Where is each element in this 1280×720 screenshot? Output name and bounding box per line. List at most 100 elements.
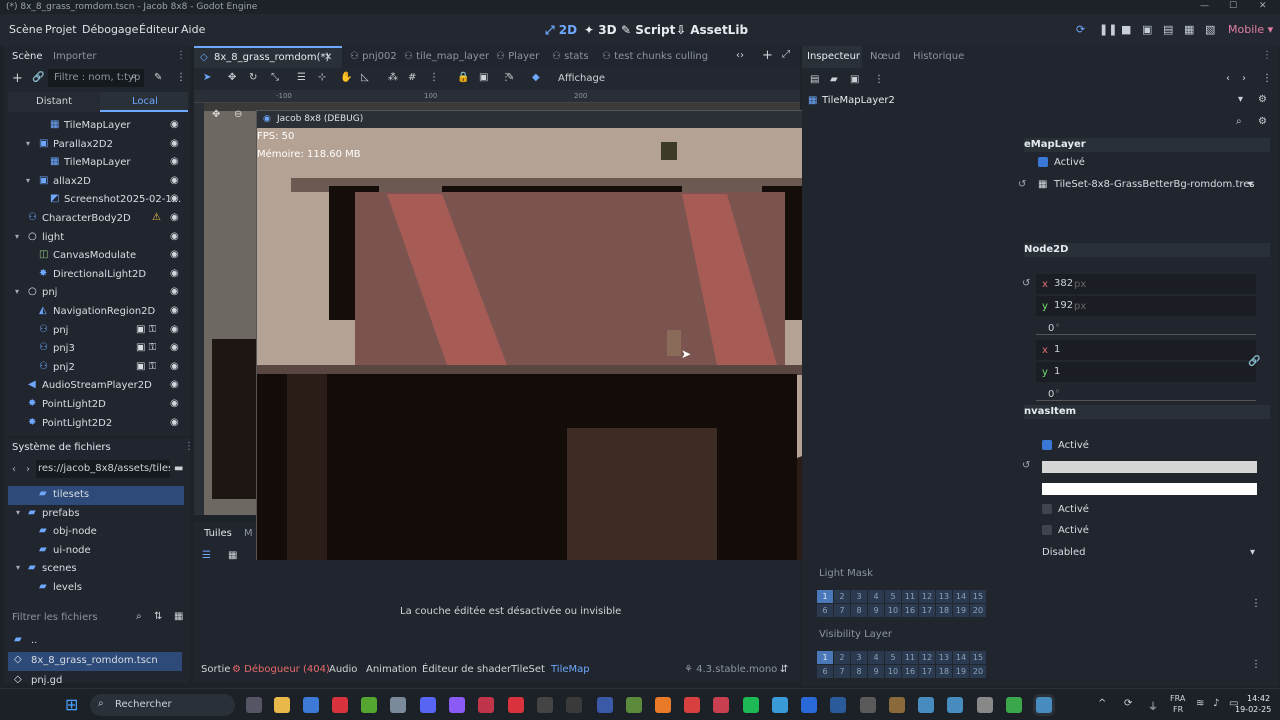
menu-editor[interactable]: Éditeur — [139, 23, 179, 36]
more-icon[interactable]: ⋮ — [176, 72, 186, 83]
visible-checkbox[interactable]: Activé — [1042, 440, 1089, 451]
scene-tree-item[interactable]: ▦ TileMapLayer ◉ — [4, 117, 189, 136]
open-resource-icon[interactable]: ▰ — [830, 74, 838, 85]
folder-item[interactable]: ▰ obj-node — [8, 523, 184, 542]
app-icon[interactable] — [860, 697, 876, 713]
tab-patterns[interactable]: M — [244, 528, 253, 539]
folder-item[interactable]: ▰ levels — [8, 579, 184, 598]
godot-active-icon[interactable] — [1036, 697, 1052, 713]
light-mask-layer-cell[interactable]: 9 — [868, 604, 884, 617]
chevron-down-icon[interactable]: ▾ — [16, 508, 20, 517]
scene-tree-item[interactable]: ▾ ▣ allax2D ◉ — [4, 173, 189, 192]
visibility-layer-cell[interactable]: 10 — [885, 665, 901, 678]
grid-snap-icon[interactable]: # — [408, 72, 416, 83]
app-icon[interactable] — [478, 697, 494, 713]
revert-icon[interactable]: ↺ — [1018, 179, 1026, 190]
light-mask-layer-cell[interactable]: 16 — [902, 604, 918, 617]
light-mask-layer-cell[interactable]: 5 — [885, 590, 901, 603]
reload-icon[interactable]: ⟳ — [1076, 23, 1085, 36]
chevron-down-icon[interactable]: ▾ — [1250, 547, 1255, 558]
scene-tree-item[interactable]: ✸ PointLight2D2 ◉ — [4, 415, 189, 434]
script-icon[interactable]: ▣ ⚿ — [136, 324, 156, 335]
visibility-layer-cell[interactable]: 6 — [817, 665, 833, 678]
section-tilemaplayer[interactable]: eMapLayer — [1024, 138, 1270, 152]
visibility-eye-icon[interactable]: ◉ — [170, 342, 179, 353]
visibility-eye-icon[interactable]: ◉ — [170, 175, 179, 186]
visibility-layer-cell[interactable]: 20 — [970, 665, 986, 678]
wifi-icon[interactable]: ≋ — [1196, 698, 1204, 709]
mode-3d-button[interactable]: ✦ 3D — [584, 23, 617, 37]
app-icon[interactable] — [626, 697, 642, 713]
blender-icon[interactable] — [655, 697, 671, 713]
app-icon[interactable] — [772, 697, 788, 713]
visibility-eye-icon[interactable]: ◉ — [170, 212, 179, 223]
add-tab-icon[interactable]: + — [762, 48, 773, 63]
light-mask-layer-cell[interactable]: 3 — [851, 590, 867, 603]
enabled-checkbox[interactable]: Activé — [1038, 157, 1085, 168]
list-view-icon[interactable]: ☰ — [202, 550, 211, 561]
app-icon[interactable] — [889, 697, 905, 713]
add-node-icon[interactable]: + — [12, 71, 23, 86]
sync-icon[interactable]: ⟳ — [1124, 698, 1132, 709]
visibility-eye-icon[interactable]: ◉ — [170, 417, 179, 428]
forward-arrow-icon[interactable]: › — [26, 464, 30, 475]
chevron-down-icon[interactable]: ▾ — [1248, 179, 1253, 190]
script-icon[interactable]: ▣ ⚿ — [136, 342, 156, 353]
chevron-down-icon[interactable]: ▾ — [16, 563, 20, 572]
app-icon[interactable] — [537, 697, 553, 713]
visibility-layer-cell[interactable]: 15 — [970, 651, 986, 664]
app-icon[interactable] — [449, 697, 465, 713]
grid-view-icon[interactable]: ▦ — [228, 550, 237, 561]
rotation-slider[interactable]: 0 ° — [1036, 320, 1256, 338]
app-icon[interactable] — [508, 697, 524, 713]
scene-tree-item[interactable]: ◩ Screenshot2025-02-1... ◉ — [4, 191, 189, 210]
pivot-icon[interactable]: ⊹ — [318, 72, 326, 83]
tab-animation[interactable]: Animation — [366, 664, 417, 675]
light-mask-layer-cell[interactable]: 6 — [817, 604, 833, 617]
visibility-eye-icon[interactable]: ◉ — [170, 138, 179, 149]
select-tool-icon[interactable]: ➤ — [203, 72, 211, 83]
visibility-eye-icon[interactable]: ◉ — [170, 379, 179, 390]
scene-tree-item[interactable]: ▾ ○ pnj ◉ — [4, 284, 189, 303]
discord-icon[interactable] — [420, 697, 436, 713]
visibility-layer-grid[interactable]: 1 2 3 4 5 11 12 13 14 15 6 7 8 9 10 16 17 18 19 20 — [817, 651, 986, 678]
tab-audio[interactable]: Audio — [329, 664, 357, 675]
scene-tree-item[interactable]: ▾ ○ light ◉ — [4, 229, 189, 248]
file-item[interactable]: ▰.. — [8, 632, 182, 651]
microphone-icon[interactable] — [713, 697, 729, 713]
tab-import[interactable]: Importer — [53, 51, 96, 62]
light-mask-layer-cell[interactable]: 17 — [919, 604, 935, 617]
settings-icon[interactable] — [390, 697, 406, 713]
history-forward-icon[interactable]: › — [1242, 73, 1246, 84]
path-field[interactable]: res://jacob_8x8/assets/tileset — [36, 460, 170, 478]
play-custom-icon[interactable]: ▧ — [1205, 23, 1215, 36]
spotify-icon[interactable] — [743, 697, 759, 713]
scene-tree-item[interactable]: ⚇ pnj2 ▣ ⚿ ◉ — [4, 359, 189, 378]
object-menu-icon[interactable]: ⋮ — [1262, 73, 1272, 84]
link-icon[interactable]: 🔗 — [1248, 356, 1260, 367]
tab-remote[interactable]: Distant — [8, 92, 100, 112]
app-icon[interactable] — [977, 697, 993, 713]
bone-icon[interactable]: ✎ — [506, 72, 514, 83]
self-modulate-color[interactable] — [1042, 483, 1257, 495]
close-icon[interactable]: ✕ — [324, 52, 332, 63]
dock-menu-icon[interactable]: ⋮ — [184, 441, 194, 452]
scene-tree-item[interactable]: ⚇ CharacterBody2D ⚠ ◉ — [4, 210, 189, 229]
tileset-resource[interactable]: ▦ TileSet-8x8-GrassBetterBg-romdom.tres — [1038, 179, 1255, 190]
tab-stats[interactable]: ⚇ stats — [552, 51, 589, 62]
tab-player[interactable]: ⚇ Player — [496, 51, 539, 62]
app-icon[interactable] — [1006, 697, 1022, 713]
grid-view-icon[interactable]: ▦ — [174, 611, 183, 622]
visibility-eye-icon[interactable]: ◉ — [170, 361, 179, 372]
camera-override-icon[interactable]: ◆ — [532, 72, 540, 83]
new-resource-icon[interactable]: ▤ — [810, 74, 819, 85]
sort-icon[interactable]: ⇅ — [154, 611, 162, 622]
tab-history[interactable]: Historique — [913, 51, 964, 62]
visibility-layer-cell[interactable]: 2 — [834, 651, 850, 664]
lock-icon[interactable]: 🔒 — [457, 72, 469, 83]
mode-script-button[interactable]: ✎ Script — [621, 23, 675, 37]
tab-tileset[interactable]: TileSet — [511, 664, 545, 675]
visibility-layer-cell[interactable]: 9 — [868, 665, 884, 678]
section-canvasitem[interactable]: nvasItem — [1024, 405, 1270, 419]
visibility-eye-icon[interactable]: ◉ — [170, 286, 179, 297]
